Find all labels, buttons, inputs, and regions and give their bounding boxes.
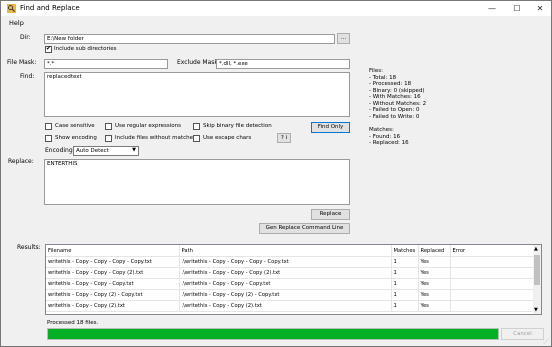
cell-path: .\writethis - Copy - Copy - Copy (2).txt: [179, 267, 392, 279]
replace-textarea[interactable]: ENTERTHIS: [44, 159, 350, 205]
cell-path: .\writethis - Copy - Copy - Copy - Copy.…: [179, 256, 392, 268]
dir-input[interactable]: E:\New folder: [44, 34, 335, 44]
case-sensitive-checkbox[interactable]: [45, 123, 52, 130]
results-scrollbar[interactable]: ▲ ▼: [533, 245, 541, 314]
escape-help-button[interactable]: ? i: [277, 133, 291, 143]
cell-filename: writethis - Copy - Copy - Copy - Copy.tx…: [46, 256, 180, 268]
scroll-thumb[interactable]: [534, 255, 540, 285]
minimize-button[interactable]: —: [481, 1, 503, 16]
include-without-matches-label: Include files without matches: [115, 135, 196, 141]
results-label: Results:: [17, 244, 41, 251]
stats-failed-write: - Failed to Write: 0: [369, 113, 420, 120]
cell-error: [450, 256, 535, 268]
table-row[interactable]: writethis - Copy - Copy - Copy.txt .\wri…: [46, 278, 535, 290]
include-subdirectories-checkbox[interactable]: [45, 45, 52, 53]
include-without-matches-checkbox[interactable]: [105, 135, 112, 142]
results-header-row: Filename Path Matches Replaced Error: [46, 245, 535, 257]
cell-error: [450, 289, 535, 301]
column-header-matches[interactable]: Matches: [391, 245, 419, 257]
case-sensitive-label: Case sensitive: [55, 123, 95, 129]
cell-matches: 1: [391, 289, 419, 301]
cancel-button[interactable]: Cancel: [501, 328, 544, 340]
title-bar[interactable]: Find and Replace — ☐ ✕: [1, 1, 551, 16]
app-icon: [7, 4, 16, 13]
stats-with-matches: - With Matches: 16: [369, 94, 421, 100]
column-header-error[interactable]: Error: [450, 245, 535, 257]
cell-matches: 1: [391, 278, 419, 290]
find-replace-window: Find and Replace — ☐ ✕ Help Dir: E:\New …: [0, 0, 552, 347]
encoding-value: Auto Detect: [76, 148, 109, 154]
scroll-up-icon[interactable]: ▲: [534, 246, 538, 252]
cell-replaced: Yes: [418, 300, 451, 312]
table-row[interactable]: writethis - Copy - Copy - Copy - Copy.tx…: [46, 256, 535, 268]
table-row[interactable]: writethis - Copy - Copy - Copy (2).txt .…: [46, 267, 535, 279]
progress-bar: [47, 328, 499, 340]
use-escape-chars-checkbox[interactable]: [193, 135, 200, 142]
cell-path: .\writethis - Copy - Copy (2) - Copy.txt: [179, 289, 392, 301]
scroll-down-icon[interactable]: ▼: [534, 307, 538, 313]
exclude-mask-input[interactable]: *.dll, *.exe: [216, 59, 350, 69]
cell-filename: writethis - Copy - Copy (2) - Copy.txt: [46, 289, 180, 301]
find-textarea[interactable]: replacedtext: [44, 72, 350, 117]
cell-replaced: Yes: [418, 278, 451, 290]
cell-path: .\writethis - Copy - Copy - Copy.txt: [179, 278, 392, 290]
column-header-filename[interactable]: Filename: [46, 245, 180, 257]
include-subdirectories-label: Include sub directories: [54, 46, 117, 52]
encoding-select[interactable]: Auto Detect ▼: [73, 146, 139, 156]
show-encoding-checkbox[interactable]: [45, 135, 52, 142]
replace-label: Replace:: [8, 158, 34, 165]
encoding-label: Encoding:: [45, 147, 75, 154]
menu-help[interactable]: Help: [9, 19, 24, 27]
stats-replaced: - Replaced: 16: [369, 140, 409, 146]
find-label: Find:: [20, 73, 35, 80]
resize-grip-icon[interactable]: ⋰: [543, 338, 549, 345]
cell-replaced: Yes: [418, 289, 451, 301]
gen-command-line-button[interactable]: Gen Replace Command Line: [259, 223, 350, 234]
cell-matches: 1: [391, 256, 419, 268]
find-only-button[interactable]: Find Only: [311, 122, 350, 133]
cell-error: [450, 278, 535, 290]
table-row[interactable]: writethis - Copy - Copy (2) - Copy.txt .…: [46, 289, 535, 301]
close-button[interactable]: ✕: [529, 1, 551, 16]
cell-filename: writethis - Copy - Copy (2).txt: [46, 300, 180, 312]
cell-error: [450, 300, 535, 312]
menu-bar: Help: [1, 17, 551, 29]
use-regex-checkbox[interactable]: [105, 123, 112, 130]
column-header-replaced[interactable]: Replaced: [418, 245, 451, 257]
exclude-mask-label: Exclude Mask:: [177, 59, 220, 66]
use-regex-label: Use regular expressions: [115, 123, 181, 129]
cell-matches: 1: [391, 300, 419, 312]
skip-binary-label: Skip binary file detection: [203, 123, 272, 129]
file-mask-label: File Mask:: [7, 59, 37, 66]
show-encoding-label: Show encoding: [55, 135, 97, 141]
results-grid[interactable]: Filename Path Matches Replaced Error wri…: [45, 244, 542, 315]
cell-matches: 1: [391, 267, 419, 279]
browse-button[interactable]: ...: [337, 33, 350, 44]
results-table: Filename Path Matches Replaced Error wri…: [46, 245, 535, 312]
file-mask-input[interactable]: *.*: [44, 59, 168, 69]
column-header-path[interactable]: Path: [179, 245, 392, 257]
progress-fill: [48, 329, 498, 339]
stats-panel: Files: - Total: 18 - Processed: 18 - Bin…: [369, 68, 426, 147]
cell-replaced: Yes: [418, 267, 451, 279]
cell-replaced: Yes: [418, 256, 451, 268]
dir-label: Dir:: [20, 34, 31, 41]
cell-error: [450, 267, 535, 279]
skip-binary-checkbox[interactable]: [193, 123, 200, 130]
stats-failed-open: - Failed to Open: 0: [369, 107, 420, 113]
window-title: Find and Replace: [20, 4, 80, 12]
cell-path: .\writethis - Copy - Copy (2).txt: [179, 300, 392, 312]
cell-filename: writethis - Copy - Copy - Copy.txt: [46, 278, 180, 290]
status-text: Processed 18 files.: [47, 320, 99, 326]
table-row[interactable]: writethis - Copy - Copy (2).txt .\writet…: [46, 300, 535, 312]
use-escape-chars-label: Use escape chars: [203, 135, 252, 141]
cell-filename: writethis - Copy - Copy - Copy (2).txt: [46, 267, 180, 279]
chevron-down-icon: ▼: [132, 147, 136, 153]
maximize-button[interactable]: ☐: [506, 1, 528, 16]
replace-button[interactable]: Replace: [311, 209, 350, 220]
